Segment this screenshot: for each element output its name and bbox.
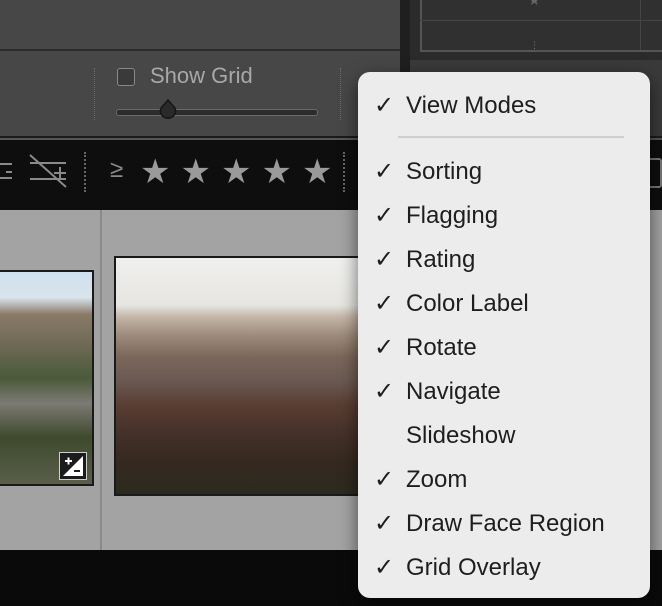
menu-item-label: Zoom (406, 466, 468, 493)
rating-filter-stars[interactable]: ★ ★ ★ ★ ★ (140, 150, 332, 194)
star-icon: ★ (528, 0, 541, 8)
checkmark-icon: ✓ (374, 92, 395, 119)
menu-item-slideshow[interactable]: Slideshow (358, 416, 650, 456)
checkmark-icon: ✓ (374, 334, 395, 361)
checkmark-icon: ✓ (374, 466, 395, 493)
star-icon[interactable]: ★ (221, 150, 251, 194)
checkmark-icon: ✓ (374, 202, 395, 229)
menu-item-zoom[interactable]: ✓ Zoom (358, 460, 650, 500)
menu-item-grid-overlay[interactable]: ✓ Grid Overlay (358, 548, 650, 588)
checkmark-icon: ✓ (374, 158, 395, 185)
menu-item-label: Draw Face Region (406, 510, 605, 537)
slider-thumb-icon[interactable] (157, 98, 179, 120)
exposure-adjusted-icon (59, 452, 87, 480)
checkmark-icon: ✓ (374, 554, 395, 581)
grid-size-slider[interactable] (116, 109, 318, 116)
menu-item-label: Sorting (406, 158, 483, 185)
divider (340, 68, 342, 120)
menu-item-sorting[interactable]: ✓ Sorting (358, 152, 650, 192)
grid-cell-divider (100, 210, 102, 550)
menu-item-label: Rotate (406, 334, 477, 361)
menu-item-label: Slideshow (406, 422, 516, 449)
star-icon[interactable]: ★ (180, 150, 210, 194)
checkmark-icon: ✓ (374, 290, 395, 317)
show-grid-checkbox[interactable] (117, 68, 135, 86)
menu-item-navigate[interactable]: ✓ Navigate (358, 372, 650, 412)
menu-separator (398, 136, 624, 138)
menu-item-rotate[interactable]: ✓ Rotate (358, 328, 650, 368)
menu-item-view-modes[interactable]: ✓ View Modes (358, 86, 650, 126)
show-grid-label: Show Grid (150, 63, 253, 88)
drag-handle-icon[interactable]: ⋮ (530, 40, 540, 51)
menu-item-color-label[interactable]: ✓ Color Label (358, 284, 650, 324)
top-right-inner-panel (420, 0, 662, 52)
checkmark-icon: ✓ (374, 378, 395, 405)
star-icon[interactable]: ★ (302, 150, 332, 194)
star-icon[interactable]: ★ (261, 150, 291, 194)
menu-item-label: Color Label (406, 290, 529, 317)
menu-item-label: View Modes (406, 92, 537, 119)
toolbar-separator (84, 152, 90, 192)
checkmark-icon: ✓ (374, 510, 395, 537)
menu-item-label: Flagging (406, 202, 499, 229)
grid-overlay-icon[interactable] (0, 158, 16, 189)
menu-item-label: Navigate (406, 378, 501, 405)
checkmark-icon: ✓ (374, 246, 395, 273)
menu-item-flagging[interactable]: ✓ Flagging (358, 196, 650, 236)
menu-item-label: Rating (406, 246, 476, 273)
menu-item-draw-face-region[interactable]: ✓ Draw Face Region (358, 504, 650, 544)
star-icon[interactable]: ★ (140, 150, 170, 194)
toolbar-options-menu: ✓ View Modes ✓ Sorting ✓ Flagging ✓ Rati… (358, 72, 650, 598)
menu-item-label: Grid Overlay (406, 554, 541, 581)
toolbar-separator (343, 152, 349, 192)
rating-operator[interactable]: ≥ (110, 156, 123, 184)
top-left-panel-strip (0, 0, 400, 51)
divider (94, 68, 96, 120)
divider (420, 20, 662, 21)
menu-item-rating[interactable]: ✓ Rating (358, 240, 650, 280)
divider (640, 0, 641, 50)
no-grid-overlay-icon[interactable] (28, 153, 70, 194)
photo-thumbnail[interactable] (114, 256, 368, 496)
